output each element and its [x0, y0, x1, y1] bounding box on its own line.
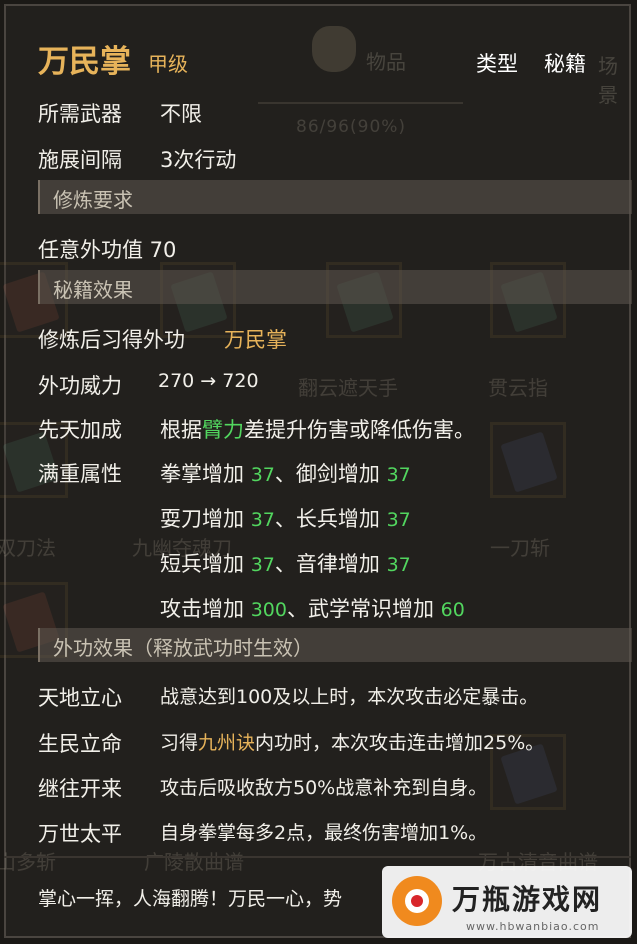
attr-value: 60 — [440, 599, 465, 621]
attr-text: 短兵增加 — [160, 552, 251, 576]
external-post: 内功时，本次攻击连击增加25%。 — [255, 732, 545, 754]
external-pre: 习得 — [160, 732, 199, 754]
type-label: 类型 — [476, 52, 518, 76]
attr-text: 、武学常识增加 — [286, 597, 441, 621]
attr-text: 、御剑增加 — [274, 462, 387, 486]
watermark-url: www.hbwanbiao.com — [466, 920, 600, 933]
weapon-label: 所需武器 — [38, 102, 122, 126]
skill-tooltip: 万民掌 甲级 类型 秘籍 所需武器 不限 施展间隔 3次行动 修炼要求 任意外功… — [0, 0, 637, 944]
attr-text: 攻击增加 — [160, 597, 251, 621]
watermark-logo-dot — [411, 895, 423, 907]
external-text: 战意达到100及以上时，本次攻击必定暴击。 — [160, 686, 539, 708]
section-external-title: 外功效果（释放武功时生效） — [53, 636, 313, 660]
innate-label: 先天加成 — [38, 418, 122, 442]
external-text: 攻击后吸收敌方50%战意补充到自身。 — [160, 777, 488, 799]
attr-value: 37 — [250, 554, 275, 576]
innate-highlight: 臂力 — [202, 418, 244, 442]
attr-text: 耍刀增加 — [160, 507, 251, 531]
innate-post: 差提升伤害或降低伤害。 — [244, 418, 475, 442]
attr-value: 37 — [386, 554, 411, 576]
skill-grade: 甲级 — [148, 52, 188, 76]
full-attr-line: 攻击增加 300、武学常识增加 60 — [160, 593, 465, 623]
attr-text: 、长兵增加 — [274, 507, 387, 531]
type-value: 秘籍 — [544, 52, 586, 76]
external-text: 习得九州诀内功时，本次攻击连击增加25%。 — [160, 728, 544, 755]
footer-divider — [4, 856, 631, 858]
attr-value: 300 — [250, 599, 287, 621]
section-effect: 秘籍效果 — [38, 270, 632, 304]
interval-value: 3次行动 — [160, 148, 237, 172]
attr-value: 37 — [250, 509, 275, 531]
attr-value: 37 — [386, 464, 411, 486]
full-attr-line: 拳掌增加 37、御剑增加 37 — [160, 458, 411, 488]
skill-title: 万民掌 — [38, 44, 131, 80]
full-attr-label: 满重属性 — [38, 462, 122, 486]
attr-value: 37 — [250, 464, 275, 486]
external-label: 天地立心 — [38, 686, 122, 710]
interval-label: 施展间隔 — [38, 148, 122, 172]
learn-value: 万民掌 — [224, 328, 287, 352]
innate-text: 根据臂力差提升伤害或降低伤害。 — [160, 414, 475, 444]
section-requirement: 修炼要求 — [38, 180, 632, 214]
power-value: 270 → 720 — [158, 370, 259, 392]
attr-text: 拳掌增加 — [160, 462, 251, 486]
attr-value: 37 — [386, 509, 411, 531]
attr-text: 、音律增加 — [274, 552, 387, 576]
flavor-text: 掌心一挥，人海翻腾！万民一心，势 — [38, 888, 343, 910]
weapon-value: 不限 — [160, 102, 202, 126]
external-highlight: 九州诀 — [198, 732, 256, 754]
learn-label: 修炼后习得外功 — [38, 328, 185, 352]
external-label: 万世太平 — [38, 822, 122, 846]
external-label: 继往开来 — [38, 777, 122, 801]
power-label: 外功威力 — [38, 374, 122, 398]
innate-pre: 根据 — [160, 418, 202, 442]
full-attr-line: 耍刀增加 37、长兵增加 37 — [160, 503, 411, 533]
section-effect-title: 秘籍效果 — [53, 278, 133, 302]
requirement-text: 任意外功值 70 — [38, 238, 177, 262]
section-external: 外功效果（释放武功时生效） — [38, 628, 632, 662]
watermark-title: 万瓶游戏网 — [452, 883, 603, 916]
external-label: 生民立命 — [38, 732, 122, 756]
full-attr-line: 短兵增加 37、音律增加 37 — [160, 548, 411, 578]
section-requirement-title: 修炼要求 — [53, 188, 133, 212]
external-text: 自身拳掌每多2点，最终伤害增加1%。 — [160, 822, 488, 844]
